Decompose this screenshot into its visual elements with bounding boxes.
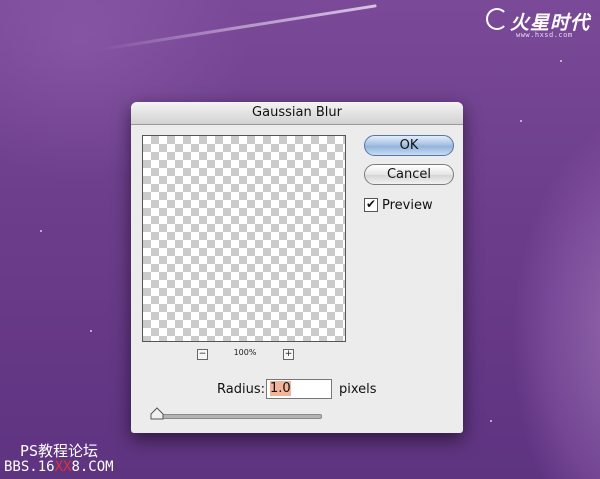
radius-slider-track[interactable] — [153, 414, 322, 419]
preview-label: Preview — [382, 198, 433, 213]
star — [560, 60, 562, 62]
logo-icon — [486, 8, 508, 30]
watermark-url-suffix: 8.COM — [71, 459, 114, 475]
star — [90, 330, 92, 332]
radius-label: Radius: — [217, 382, 265, 397]
dialog-title: Gaussian Blur — [131, 102, 463, 125]
logo-url: www.hxsd.com — [516, 31, 573, 39]
watermark-url-red: XX — [54, 459, 72, 475]
star — [520, 120, 522, 122]
preview-checkbox[interactable]: ✔ — [364, 198, 378, 212]
star — [490, 420, 492, 422]
cancel-button[interactable]: Cancel — [364, 164, 454, 185]
ok-button[interactable]: OK — [364, 135, 454, 156]
radius-value: 1.0 — [270, 381, 291, 396]
radius-input[interactable]: 1.0 — [266, 379, 332, 399]
zoom-in-button[interactable]: + — [283, 349, 294, 360]
site-logo: 火星时代 www.hxsd.com — [486, 6, 596, 40]
watermark-url: BBS.16XX8.COM — [4, 459, 114, 475]
zoom-level: 100% — [233, 348, 257, 357]
watermark-url-prefix: BBS.16 — [4, 459, 55, 475]
checkmark-icon: ✔ — [365, 197, 377, 211]
watermark-forum: PS教程论坛 — [20, 442, 99, 460]
radius-slider-thumb[interactable] — [150, 407, 164, 421]
radius-unit-label: pixels — [339, 382, 377, 397]
star — [40, 230, 42, 232]
gaussian-blur-dialog: Gaussian Blur − 100% + OK Cancel ✔ Previ… — [131, 102, 463, 433]
preview-area[interactable] — [142, 135, 346, 342]
zoom-out-button[interactable]: − — [197, 349, 208, 360]
